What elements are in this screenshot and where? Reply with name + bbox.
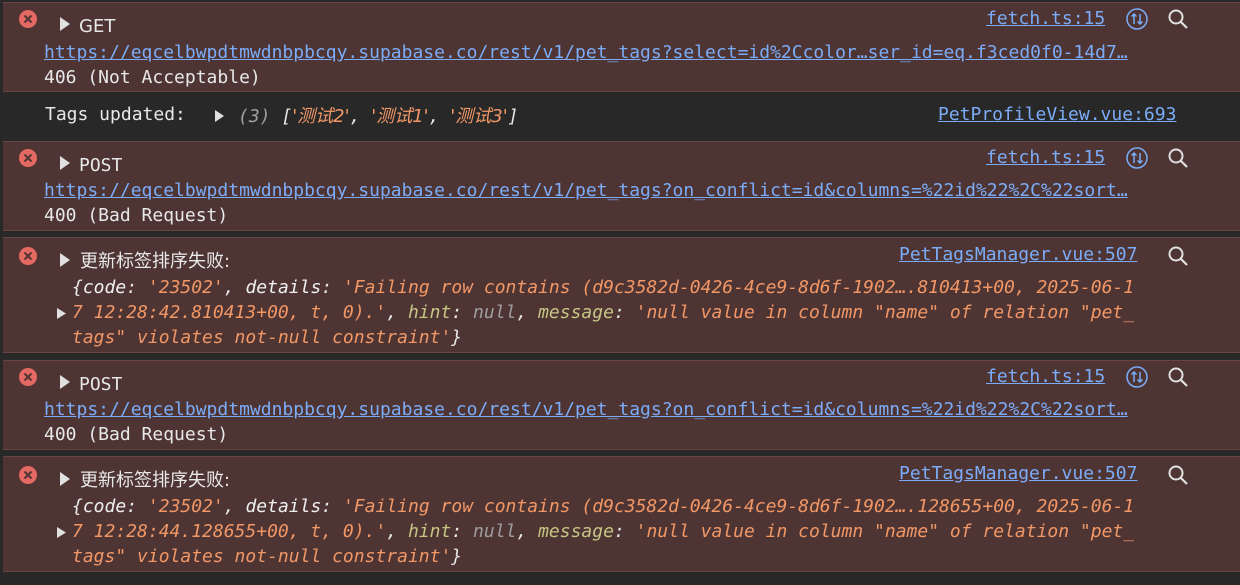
- console-error-entry: POST fetch.ts:15 https://eqcelbwpdtmwdnb…: [3, 360, 1240, 450]
- expand-triangle-icon[interactable]: [56, 307, 67, 320]
- error-object-line: {code: '23502', details: 'Failing row co…: [72, 276, 1134, 300]
- key-details: details: [245, 496, 322, 517]
- value-message-cont: tags" violates not-null constraint': [72, 546, 452, 567]
- value-details: 'Failing row contains (d9c3582d-0426-4ce…: [342, 277, 1135, 298]
- source-link[interactable]: PetProfileView.vue:693: [938, 103, 1176, 127]
- source-link[interactable]: PetTagsManager.vue:507: [899, 462, 1137, 486]
- key-code: code: [82, 277, 127, 298]
- status-text: 400 (Bad Request): [44, 424, 229, 445]
- search-icon[interactable]: [1166, 463, 1190, 487]
- colon: :: [126, 277, 148, 298]
- array-count: (3): [238, 106, 271, 127]
- request-method: GET: [79, 16, 116, 37]
- search-icon[interactable]: [1166, 365, 1190, 389]
- error-object-line: 7 12:28:42.810413+00, t, 0).', hint: nul…: [72, 301, 1134, 325]
- colon: :: [613, 302, 636, 323]
- source-link[interactable]: fetch.ts:15: [986, 365, 1105, 389]
- error-icon: [19, 10, 37, 28]
- expand-triangle-icon[interactable]: [58, 155, 72, 171]
- console-error-entry: 更新标签排序失败: PetTagsManager.vue:507 {code: …: [3, 456, 1240, 572]
- network-request-icon[interactable]: [1125, 7, 1149, 31]
- array-open: [: [281, 106, 293, 127]
- value-details-cont: 7 12:28:42.810413+00, t, 0).': [72, 302, 387, 323]
- brace: {: [72, 277, 83, 298]
- network-request-icon[interactable]: [1125, 365, 1149, 389]
- colon: :: [126, 496, 148, 517]
- sep: ,: [386, 521, 408, 542]
- array-preview: (3) ['测试2', '测试1', '测试3']: [238, 105, 519, 129]
- colon: :: [451, 521, 474, 542]
- error-icon: [19, 149, 37, 167]
- request-method: POST: [79, 374, 123, 395]
- request-url-link[interactable]: https://eqcelbwpdtmwdnbpbcqy.supabase.co…: [44, 179, 1202, 203]
- error-icon: [19, 466, 37, 484]
- console-error-entry: GET fetch.ts:15 https://eqcelbwpdtmwdnbp…: [3, 2, 1240, 92]
- request-url-link[interactable]: https://eqcelbwpdtmwdnbpbcqy.supabase.co…: [44, 398, 1202, 422]
- value-code: '23502': [147, 496, 224, 517]
- request-url-link[interactable]: https://eqcelbwpdtmwdnbpbcqy.supabase.co…: [44, 41, 1202, 65]
- value-hint: null: [473, 521, 517, 542]
- source-link[interactable]: fetch.ts:15: [986, 146, 1105, 170]
- array-item: '测试1': [371, 106, 429, 127]
- search-icon[interactable]: [1166, 146, 1190, 170]
- colon: :: [321, 277, 343, 298]
- search-icon[interactable]: [1166, 244, 1190, 268]
- expand-triangle-icon[interactable]: [58, 252, 72, 268]
- sep: ,: [223, 277, 246, 298]
- expand-triangle-icon[interactable]: [58, 374, 72, 390]
- key-details: details: [245, 277, 322, 298]
- search-icon[interactable]: [1166, 7, 1190, 31]
- value-hint: null: [473, 302, 517, 323]
- value-message: 'null value in column "name" of relation…: [635, 521, 1135, 542]
- sep: ,: [223, 496, 246, 517]
- array-item: '测试3': [450, 106, 508, 127]
- request-method: POST: [79, 155, 123, 176]
- brace: {: [72, 496, 83, 517]
- brace: }: [451, 327, 463, 348]
- sep: ,: [386, 302, 408, 323]
- error-icon: [19, 247, 37, 265]
- sep: ,: [516, 521, 539, 542]
- console-error-entry: POST fetch.ts:15 https://eqcelbwpdtmwdnb…: [3, 141, 1240, 231]
- error-object-line: {code: '23502', details: 'Failing row co…: [72, 495, 1134, 519]
- array-close: ]: [507, 106, 519, 127]
- key-hint: hint: [407, 521, 452, 542]
- value-code: '23502': [147, 277, 224, 298]
- key-message: message: [538, 521, 614, 542]
- status-text: 400 (Bad Request): [44, 205, 229, 226]
- expand-triangle-icon[interactable]: [58, 16, 72, 32]
- value-message-cont: tags" violates not-null constraint': [72, 327, 452, 348]
- value-details: 'Failing row contains (d9c3582d-0426-4ce…: [342, 496, 1135, 517]
- expand-triangle-icon[interactable]: [213, 109, 225, 123]
- source-link[interactable]: PetTagsManager.vue:507: [899, 243, 1137, 267]
- log-message: Tags updated:: [45, 104, 186, 125]
- error-object-line: tags" violates not-null constraint'}: [72, 326, 462, 350]
- error-icon: [19, 368, 37, 386]
- status-text: 406 (Not Acceptable): [44, 67, 261, 88]
- expand-triangle-icon[interactable]: [56, 526, 67, 539]
- error-title: 更新标签排序失败:: [80, 251, 231, 272]
- console-log-entry: Tags updated: (3) ['测试2', '测试1', '测试3'] …: [0, 93, 1240, 140]
- console-panel: GET fetch.ts:15 https://eqcelbwpdtmwdnbp…: [0, 0, 1240, 585]
- source-link[interactable]: fetch.ts:15: [986, 7, 1105, 31]
- brace: }: [451, 546, 463, 567]
- array-sep: ,: [349, 106, 372, 127]
- colon: :: [321, 496, 343, 517]
- value-message: 'null value in column "name" of relation…: [635, 302, 1135, 323]
- colon: :: [451, 302, 474, 323]
- array-item: '测试2': [292, 106, 350, 127]
- key-message: message: [538, 302, 614, 323]
- key-hint: hint: [407, 302, 452, 323]
- console-error-entry: 更新标签排序失败: PetTagsManager.vue:507 {code: …: [3, 237, 1240, 353]
- error-object-line: 7 12:28:44.128655+00, t, 0).', hint: nul…: [72, 520, 1134, 544]
- array-sep: ,: [428, 106, 451, 127]
- expand-triangle-icon[interactable]: [58, 471, 72, 487]
- key-code: code: [82, 496, 127, 517]
- colon: :: [613, 521, 636, 542]
- value-details-cont: 7 12:28:44.128655+00, t, 0).': [72, 521, 387, 542]
- network-request-icon[interactable]: [1125, 146, 1149, 170]
- error-object-line: tags" violates not-null constraint'}: [72, 545, 462, 569]
- sep: ,: [516, 302, 539, 323]
- error-title: 更新标签排序失败:: [80, 470, 231, 491]
